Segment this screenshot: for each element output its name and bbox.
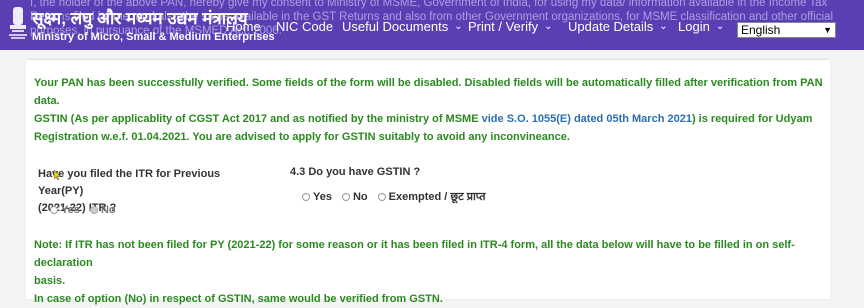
nav-update-details[interactable]: Update Details ⌄ xyxy=(568,18,668,36)
nav-print-verify-label: Print / Verify xyxy=(468,19,539,34)
nav-home-label: Home xyxy=(226,19,261,34)
radio-icon xyxy=(50,206,58,214)
itr-option-no[interactable]: No xyxy=(89,204,116,216)
nav-nic-code[interactable]: NIC Code xyxy=(276,18,333,36)
nav-login-label: Login xyxy=(678,19,710,34)
language-selected-value: English xyxy=(741,23,781,37)
gstin-message-line-3: Registration w.e.f. 01.04.2021. You are … xyxy=(34,131,570,143)
note-line-1: Note: If ITR has not been filed for PY (… xyxy=(34,239,795,269)
nav-home[interactable]: Home xyxy=(226,18,261,36)
pan-verified-message: Your PAN has been successfully verified.… xyxy=(34,74,824,146)
nav-print-verify[interactable]: Print / Verify ⌄ xyxy=(468,18,552,36)
mouse-cursor-icon xyxy=(54,170,61,180)
gstin-option-no[interactable]: No xyxy=(341,190,368,203)
gstin-option-yes[interactable]: Yes xyxy=(302,191,332,203)
nav-useful-documents-label: Useful Documents xyxy=(342,19,449,34)
gst-notification-link[interactable]: vide S.O. 1055(E) dated 05th March 2021 xyxy=(482,113,692,125)
gstin-option-no-label: No xyxy=(352,190,368,203)
itr-question-line-1: Have you filed the ITR for Previous Year… xyxy=(38,168,221,197)
gstin-message-line-2: GSTIN (As per applicablity of CGST Act 2… xyxy=(34,110,824,128)
itr-option-no-label: No xyxy=(100,204,116,216)
radio-icon xyxy=(302,192,310,201)
dropdown-arrow-icon: ▼ xyxy=(823,25,832,35)
chevron-down-icon: ⌄ xyxy=(659,21,668,32)
pan-message-line-1: Your PAN has been successfully verified.… xyxy=(34,77,823,107)
language-select[interactable]: English ▼ xyxy=(737,22,836,38)
note-line-3: In case of option (No) in respect of GST… xyxy=(34,293,443,305)
note-line-2: basis. xyxy=(34,275,66,287)
radio-icon xyxy=(377,192,386,201)
gstin-option-exempted[interactable]: Exempted / छूट प्राप्त xyxy=(377,189,486,204)
nav-useful-documents[interactable]: Useful Documents ⌄ xyxy=(342,18,463,36)
gstin-option-exempted-label: Exempted / छूट प्राप्त xyxy=(388,191,486,203)
site-header: I, the holder of the above PAN, hereby g… xyxy=(0,0,864,50)
radio-icon xyxy=(341,192,350,201)
nav-login[interactable]: Login ⌄ xyxy=(678,18,724,36)
national-emblem-icon xyxy=(9,7,27,39)
chevron-down-icon: ⌄ xyxy=(715,21,725,32)
gstin-radio-group: Yes No Exempted / छूट प्राप्त xyxy=(302,189,495,204)
chevron-down-icon: ⌄ xyxy=(454,21,463,32)
itr-option-yes[interactable]: Yes xyxy=(50,204,80,216)
nav-nic-code-label: NIC Code xyxy=(276,19,334,34)
itr-option-yes-label: Yes xyxy=(61,204,80,216)
radio-checked-icon xyxy=(89,206,98,214)
itr-note: Note: If ITR has not been filed for PY (… xyxy=(34,236,824,308)
nav-update-details-label: Update Details xyxy=(568,19,654,34)
form-card: Your PAN has been successfully verified.… xyxy=(26,59,830,305)
itr-radio-group: Yes No xyxy=(50,204,126,216)
gstin-option-yes-label: Yes xyxy=(313,190,332,203)
gstin-message-suffix: ) is required for Udyam xyxy=(691,113,813,125)
chevron-down-icon: ⌄ xyxy=(544,21,553,32)
gstin-message-prefix: GSTIN (As per applicablity of CGST Act 2… xyxy=(34,113,482,125)
gstin-question-label: 4.3 Do you have GSTIN ? xyxy=(290,166,421,178)
